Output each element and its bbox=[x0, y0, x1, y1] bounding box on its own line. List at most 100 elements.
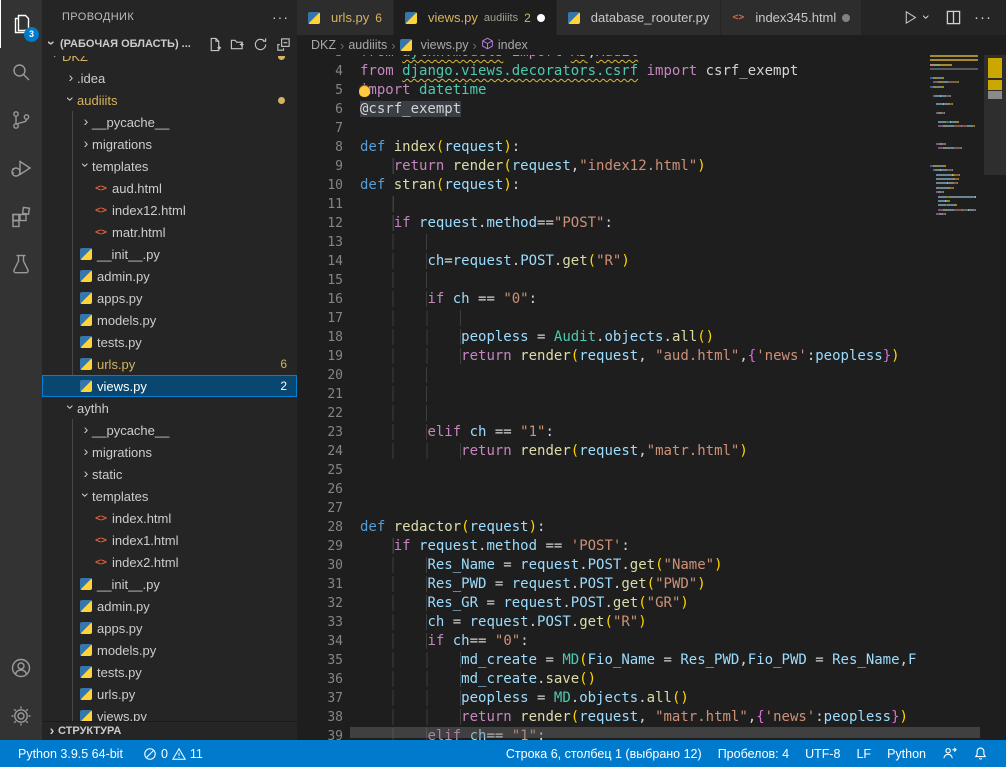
tree-item-index12.html[interactable]: <>index12.html bbox=[42, 199, 297, 221]
code-line-24[interactable]: 24 return render(request,"matr.html") bbox=[297, 442, 922, 461]
settings-gear-icon[interactable] bbox=[0, 692, 42, 740]
tree-item-urls.py[interactable]: urls.py bbox=[42, 683, 297, 705]
code-line-25[interactable]: 25 bbox=[297, 461, 922, 480]
code-line-3[interactable]: 3from aythh.models import MD,Audit bbox=[297, 55, 922, 62]
python-interpreter[interactable]: Python 3.9.5 64-bit bbox=[10, 740, 131, 767]
lightbulb-icon[interactable] bbox=[359, 85, 370, 97]
tree-item-urls.py[interactable]: urls.py6 bbox=[42, 353, 297, 375]
indentation-setting[interactable]: Пробелов: 4 bbox=[710, 740, 797, 767]
code-line-22[interactable]: 22 bbox=[297, 404, 922, 423]
code-line-4[interactable]: 4from django.views.decorators.csrf impor… bbox=[297, 62, 922, 81]
code-line-18[interactable]: 18 peopless = Audit.objects.all() bbox=[297, 328, 922, 347]
tree-item-views.py[interactable]: views.py2 bbox=[42, 375, 297, 397]
code-line-35[interactable]: 35 md_create = MD(Fio_Name = Res_PWD,Fio… bbox=[297, 651, 922, 670]
minimap[interactable] bbox=[930, 55, 978, 217]
tree-item-__pycache__[interactable]: ›__pycache__ bbox=[42, 419, 297, 441]
code-line-11[interactable]: 11 bbox=[297, 195, 922, 214]
code-line-33[interactable]: 33 ch = request.POST.get("R") bbox=[297, 613, 922, 632]
tree-item-audiiits[interactable]: ›audiiits bbox=[42, 89, 297, 111]
tab-index345.html[interactable]: <>index345.html bbox=[721, 0, 862, 35]
code-line-9[interactable]: 9 return render(request,"index12.html") bbox=[297, 157, 922, 176]
tree-item-index1.html[interactable]: <>index1.html bbox=[42, 529, 297, 551]
code-line-5[interactable]: 5import datetime bbox=[297, 81, 922, 100]
cursor-position[interactable]: Строка 6, столбец 1 (выбрано 12) bbox=[498, 740, 710, 767]
code-line-15[interactable]: 15 bbox=[297, 271, 922, 290]
breadcrumb-item-audiiits[interactable]: audiiits bbox=[348, 38, 387, 52]
code-line-32[interactable]: 32 Res_GR = request.POST.get("GR") bbox=[297, 594, 922, 613]
breadcrumb-item-index[interactable]: index bbox=[481, 37, 528, 53]
code-line-6[interactable]: 6@csrf_exempt bbox=[297, 100, 922, 119]
refresh-icon[interactable] bbox=[253, 37, 268, 52]
new-file-icon[interactable] bbox=[207, 37, 222, 52]
tree-item-static[interactable]: ›static bbox=[42, 463, 297, 485]
code-line-20[interactable]: 20 bbox=[297, 366, 922, 385]
code-line-36[interactable]: 36 md_create.save() bbox=[297, 670, 922, 689]
more-actions-icon[interactable]: ··· bbox=[974, 9, 992, 26]
dirty-indicator[interactable] bbox=[537, 14, 545, 22]
explorer-icon[interactable]: 3 bbox=[0, 0, 43, 48]
testing-icon[interactable] bbox=[0, 240, 42, 288]
code-line-19[interactable]: 19 return render(request, "aud.html",{'n… bbox=[297, 347, 922, 366]
tree-item-index2.html[interactable]: <>index2.html bbox=[42, 551, 297, 573]
feedback-icon[interactable] bbox=[934, 740, 965, 767]
tree-item-__init__.py[interactable]: __init__.py bbox=[42, 243, 297, 265]
tree-item-matr.html[interactable]: <>matr.html bbox=[42, 221, 297, 243]
tab-views.py[interactable]: views.pyaudiiits2 bbox=[394, 0, 557, 35]
run-button[interactable] bbox=[902, 9, 919, 26]
code-line-30[interactable]: 30 Res_Name = request.POST.get("Name") bbox=[297, 556, 922, 575]
code-line-7[interactable]: 7 bbox=[297, 119, 922, 138]
tree-item-admin.py[interactable]: admin.py bbox=[42, 265, 297, 287]
tree-item-DKZ[interactable]: ›DKZ bbox=[42, 56, 297, 67]
code-line-23[interactable]: 23 elif ch == "1": bbox=[297, 423, 922, 442]
tree-item-__pycache__[interactable]: ›__pycache__ bbox=[42, 111, 297, 133]
code-line-14[interactable]: 14 ch=request.POST.get("R") bbox=[297, 252, 922, 271]
code-line-37[interactable]: 37 peopless = MD.objects.all() bbox=[297, 689, 922, 708]
tree-item-models.py[interactable]: models.py bbox=[42, 309, 297, 331]
dirty-indicator[interactable] bbox=[842, 14, 850, 22]
tab-urls.py[interactable]: urls.py6 bbox=[297, 0, 394, 35]
collapse-all-icon[interactable] bbox=[276, 37, 291, 52]
tree-item-apps.py[interactable]: apps.py bbox=[42, 287, 297, 309]
code-line-17[interactable]: 17 bbox=[297, 309, 922, 328]
extensions-icon[interactable] bbox=[0, 192, 42, 240]
workspace-section-header[interactable]: › (РАБОЧАЯ ОБЛАСТЬ) ... bbox=[42, 33, 297, 55]
split-editor-icon[interactable] bbox=[946, 10, 961, 25]
tree-item-tests.py[interactable]: tests.py bbox=[42, 331, 297, 353]
breadcrumb-item-views.py[interactable]: views.py bbox=[400, 38, 469, 52]
tree-item-aythh[interactable]: ›aythh bbox=[42, 397, 297, 419]
code-line-27[interactable]: 27 bbox=[297, 499, 922, 518]
source-control-icon[interactable] bbox=[0, 96, 42, 144]
search-icon[interactable] bbox=[0, 48, 42, 96]
tree-item-migrations[interactable]: ›migrations bbox=[42, 133, 297, 155]
code-line-26[interactable]: 26 bbox=[297, 480, 922, 499]
account-icon[interactable] bbox=[0, 644, 42, 692]
code-line-13[interactable]: 13 bbox=[297, 233, 922, 252]
code-line-34[interactable]: 34 if ch== "0": bbox=[297, 632, 922, 651]
tree-item-templates[interactable]: ›templates bbox=[42, 155, 297, 177]
run-debug-icon[interactable] bbox=[0, 144, 42, 192]
problems-status[interactable]: 0 11 bbox=[135, 740, 211, 767]
code-line-16[interactable]: 16 if ch == "0": bbox=[297, 290, 922, 309]
tree-item-models.py[interactable]: models.py bbox=[42, 639, 297, 661]
overview-ruler[interactable] bbox=[984, 35, 1006, 740]
notifications-bell-icon[interactable] bbox=[965, 740, 996, 767]
tree-item-views.py[interactable]: views.py bbox=[42, 705, 297, 722]
code-line-29[interactable]: 29 if request.method == 'POST': bbox=[297, 537, 922, 556]
new-folder-icon[interactable] bbox=[230, 37, 245, 52]
tree-item-.idea[interactable]: ›.idea bbox=[42, 67, 297, 89]
tree-item-aud.html[interactable]: <>aud.html bbox=[42, 177, 297, 199]
horizontal-scrollbar[interactable] bbox=[350, 727, 980, 738]
code-line-21[interactable]: 21 bbox=[297, 385, 922, 404]
tree-item-tests.py[interactable]: tests.py bbox=[42, 661, 297, 683]
code-line-10[interactable]: 10def stran(request): bbox=[297, 176, 922, 195]
tree-item-migrations[interactable]: ›migrations bbox=[42, 441, 297, 463]
tree-item-admin.py[interactable]: admin.py bbox=[42, 595, 297, 617]
eol-setting[interactable]: LF bbox=[848, 740, 879, 767]
tree-item-index.html[interactable]: <>index.html bbox=[42, 507, 297, 529]
code-line-38[interactable]: 38 return render(request, "matr.html",{'… bbox=[297, 708, 922, 727]
code-line-12[interactable]: 12 if request.method=="POST": bbox=[297, 214, 922, 233]
tree-item-__init__.py[interactable]: __init__.py bbox=[42, 573, 297, 595]
breadcrumb-item-DKZ[interactable]: DKZ bbox=[311, 38, 336, 52]
code-line-28[interactable]: 28def redactor(request): bbox=[297, 518, 922, 537]
run-dropdown-chevron-icon[interactable]: › bbox=[920, 11, 934, 23]
